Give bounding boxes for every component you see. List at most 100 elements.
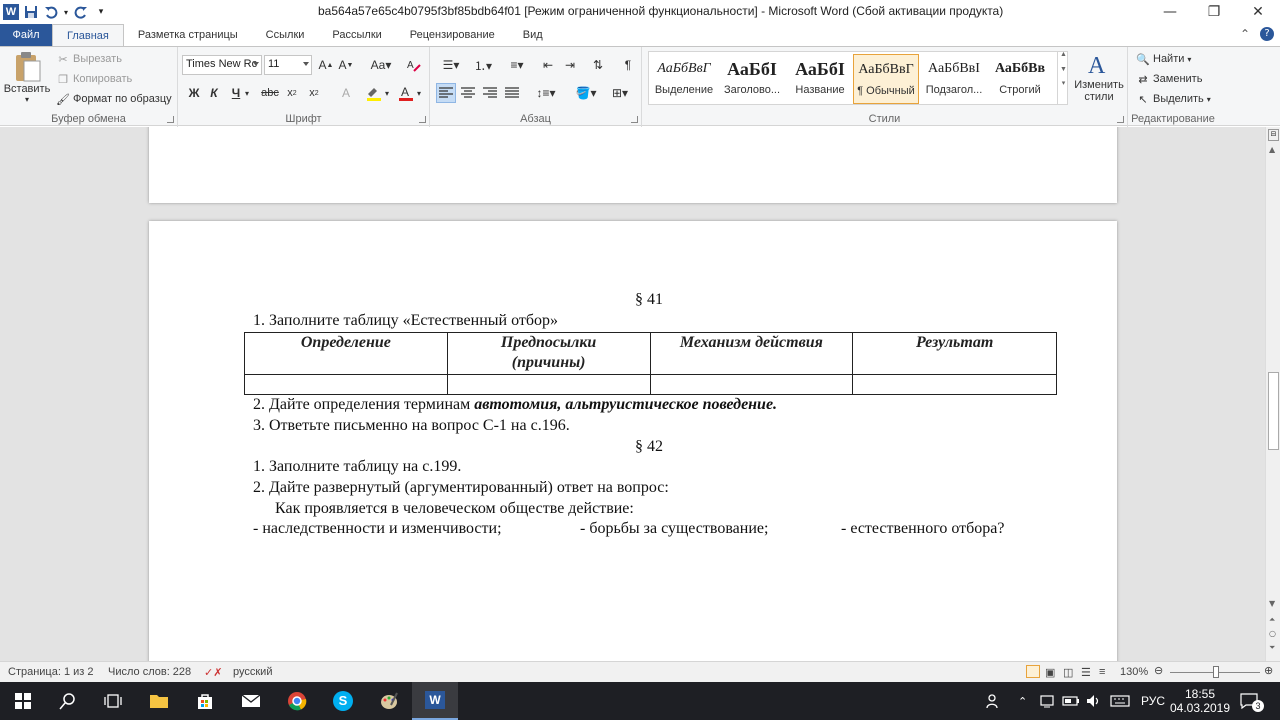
highlight-dropdown-icon[interactable]: ▾ (382, 83, 392, 103)
word-count[interactable]: Число слов: 228 (108, 666, 191, 678)
change-case-icon[interactable]: Aa▾ (368, 55, 394, 75)
style-strong[interactable]: АаБбВв Строгий (987, 54, 1053, 104)
find-button[interactable]: 🔍 Найти ▾ (1136, 52, 1191, 66)
battery-icon[interactable] (1062, 682, 1080, 720)
style-title[interactable]: АаБбІ Название (787, 54, 853, 104)
language-indicator[interactable]: русский (233, 666, 272, 678)
subscript-icon[interactable]: x2 (282, 83, 302, 103)
tab-review[interactable]: Рецензирование (396, 24, 509, 46)
clear-formatting-icon[interactable]: A (404, 55, 424, 75)
table-cell[interactable] (244, 374, 448, 395)
align-left-icon[interactable] (436, 83, 456, 103)
table-header-cell[interactable]: Предпосылки (причины) (446, 332, 651, 375)
tab-references[interactable]: Ссылки (252, 24, 319, 46)
action-center-icon[interactable]: 3 (1240, 682, 1264, 720)
table-cell[interactable] (446, 374, 651, 395)
natural-selection-table[interactable]: Определение Предпосылки (причины) Механиз… (244, 332, 1057, 395)
table-header-cell[interactable]: Определение (244, 332, 448, 375)
word-app-icon[interactable]: W (2, 3, 20, 21)
font-color-icon[interactable]: A (396, 83, 416, 103)
store-icon[interactable] (182, 682, 228, 720)
close-button[interactable]: ✕ (1236, 0, 1280, 24)
style-normal[interactable]: АаБбВвГ ¶ Обычный (853, 54, 919, 104)
highlight-icon[interactable] (364, 83, 384, 103)
clipboard-launcher-icon[interactable] (167, 116, 174, 123)
font-name-combo[interactable]: Times New Rc (182, 55, 262, 75)
paint-icon[interactable] (366, 682, 412, 720)
word-taskbar-icon[interactable]: W (412, 682, 458, 720)
people-icon[interactable] (986, 682, 1002, 720)
bold-icon[interactable]: Ж (184, 83, 204, 103)
styles-gallery-scroll[interactable]: ▲ ▼ ▾ (1057, 51, 1069, 105)
restore-button[interactable]: ❐ (1192, 0, 1236, 24)
show-formatting-marks-icon[interactable]: ¶ (618, 55, 638, 75)
align-right-icon[interactable] (480, 83, 500, 103)
skype-icon[interactable]: S (320, 682, 366, 720)
table-header-cell[interactable]: Механизм действия (649, 332, 854, 375)
scroll-thumb[interactable] (1268, 372, 1279, 450)
select-button[interactable]: ↖ Выделить ▾ (1136, 92, 1210, 106)
previous-page-icon[interactable]: ⏶ (1269, 615, 1275, 625)
redo-icon[interactable] (72, 3, 90, 21)
sort-icon[interactable]: ⇅ (588, 55, 608, 75)
superscript-icon[interactable]: x2 (304, 83, 324, 103)
style-heading[interactable]: АаБбІ Заголово... (719, 54, 785, 104)
undo-icon[interactable] (42, 3, 60, 21)
scroll-down-icon[interactable]: ▼ (1269, 599, 1275, 608)
ruler-toggle-icon[interactable]: ⊟ (1268, 129, 1279, 141)
replace-button[interactable]: ⇄ Заменить (1136, 72, 1202, 86)
table-header-cell[interactable]: Результат (852, 332, 1057, 375)
styles-launcher-icon[interactable] (1117, 116, 1124, 123)
zoom-in-icon[interactable]: ⊕ (1264, 664, 1273, 677)
save-icon[interactable] (22, 3, 40, 21)
shading-icon[interactable]: 🪣▾ (572, 83, 600, 103)
zoom-level[interactable]: 130% (1120, 666, 1148, 678)
zoom-out-icon[interactable]: ⊖ (1154, 664, 1163, 677)
paste-button[interactable]: Вставить ▾ (4, 51, 50, 104)
input-language[interactable]: РУС (1141, 682, 1165, 720)
page-count[interactable]: Страница: 1 из 2 (8, 666, 94, 678)
font-size-combo[interactable]: 11 (264, 55, 312, 75)
tab-mailings[interactable]: Рассылки (318, 24, 395, 46)
document-area[interactable]: § 41 1. Заполните таблицу «Естественный … (0, 127, 1265, 661)
network-icon[interactable] (1040, 682, 1056, 720)
zoom-slider-thumb[interactable] (1213, 666, 1219, 678)
bullets-icon[interactable]: ☰▾ (436, 55, 466, 75)
next-page-icon[interactable]: ⏷ (1269, 643, 1275, 653)
format-painter-button[interactable]: 🖌 Формат по образцу (56, 92, 172, 106)
help-icon[interactable]: ? (1260, 27, 1274, 41)
more-styles-icon[interactable]: ▾ (1058, 79, 1069, 87)
search-icon[interactable] (45, 682, 91, 720)
browse-object-icon[interactable]: ○ (1269, 629, 1276, 638)
text-effects-icon[interactable]: A (336, 83, 356, 103)
windows-start-icon[interactable] (0, 682, 46, 720)
underline-dropdown-icon[interactable]: ▾ (242, 83, 252, 103)
web-layout-icon[interactable]: ◫ (1063, 666, 1073, 679)
strikethrough-icon[interactable]: abc (260, 83, 280, 103)
font-launcher-icon[interactable] (419, 116, 426, 123)
justify-icon[interactable] (502, 83, 522, 103)
full-screen-reading-icon[interactable]: ▣ (1045, 666, 1055, 679)
multilevel-list-icon[interactable]: ≡▾ (502, 55, 532, 75)
file-explorer-icon[interactable] (136, 682, 182, 720)
minimize-ribbon-icon[interactable]: ⌃ (1240, 27, 1250, 41)
cut-button[interactable]: ✂ Вырезать (56, 52, 122, 66)
tab-page-layout[interactable]: Разметка страницы (124, 24, 252, 46)
page-previous[interactable] (149, 127, 1117, 203)
print-layout-icon[interactable] (1026, 665, 1040, 678)
mail-icon[interactable] (228, 682, 274, 720)
chrome-icon[interactable] (274, 682, 320, 720)
tab-file[interactable]: Файл (0, 24, 52, 46)
chevron-up-icon[interactable]: ▲ (1058, 51, 1069, 58)
proofing-icon[interactable]: ✓✗ (204, 666, 222, 679)
scroll-up-icon[interactable]: ▲ (1269, 145, 1275, 154)
draft-view-icon[interactable]: ≡ (1099, 666, 1105, 678)
align-center-icon[interactable] (458, 83, 478, 103)
table-cell[interactable] (649, 374, 854, 395)
paragraph-launcher-icon[interactable] (631, 116, 638, 123)
chevron-down-icon[interactable]: ▼ (1058, 66, 1069, 73)
clock[interactable]: 18:55 04.03.2019 (1170, 682, 1230, 720)
increase-indent-icon[interactable]: ⇥ (560, 55, 580, 75)
undo-dropdown-icon[interactable]: ▾ (62, 3, 70, 21)
copy-button[interactable]: ❐ Копировать (56, 72, 132, 86)
